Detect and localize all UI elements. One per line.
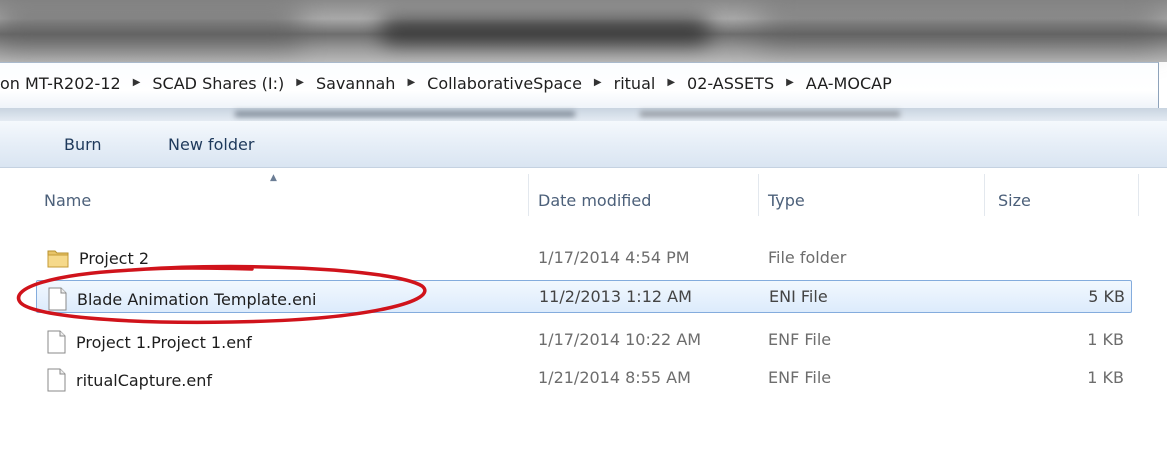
file-name: Project 1.Project 1.enf: [76, 332, 252, 352]
breadcrumb-item[interactable]: Savannah: [310, 74, 401, 93]
file-date: 1/17/2014 4:54 PM: [538, 248, 690, 267]
file-name-cell: Project 1.Project 1.enf: [47, 330, 252, 354]
blurred-region: [0, 8, 300, 48]
file-row[interactable]: ritualCapture.enf 1/21/2014 8:55 AM ENF …: [36, 362, 1130, 393]
file-name: Blade Animation Template.eni: [77, 289, 317, 309]
file-row[interactable]: Project 1.Project 1.enf 1/17/2014 10:22 …: [36, 324, 1130, 355]
column-header-name[interactable]: Name: [44, 191, 91, 210]
chevron-right-icon[interactable]: ▶: [661, 77, 681, 88]
blurred-strip: [0, 108, 1167, 121]
file-name-cell: ritualCapture.enf: [47, 368, 212, 392]
column-divider[interactable]: [1138, 174, 1139, 216]
column-divider[interactable]: [984, 174, 985, 216]
window-titlebar: [0, 0, 1167, 62]
chevron-right-icon[interactable]: ▶: [588, 77, 608, 88]
file-icon: [47, 368, 66, 392]
file-type: ENF File: [768, 330, 832, 349]
file-row[interactable]: Project 2 1/17/2014 4:54 PM File folder: [36, 242, 1130, 273]
file-type: ENI File: [769, 287, 828, 306]
file-size: 1 KB: [1087, 368, 1124, 387]
file-date: 11/2/2013 1:12 AM: [539, 287, 692, 306]
breadcrumb: on MT-R202-12 ▶ SCAD Shares (I:) ▶ Savan…: [0, 74, 898, 93]
blurred-region: [760, 10, 1160, 46]
burn-button[interactable]: Burn: [64, 135, 102, 154]
breadcrumb-item[interactable]: on MT-R202-12: [0, 74, 127, 93]
file-type: File folder: [768, 248, 847, 267]
file-type: ENF File: [768, 368, 832, 387]
address-bar[interactable]: on MT-R202-12 ▶ SCAD Shares (I:) ▶ Savan…: [0, 62, 1159, 110]
breadcrumb-item[interactable]: CollaborativeSpace: [421, 74, 588, 93]
sort-ascending-icon: ▲: [270, 173, 277, 183]
breadcrumb-item[interactable]: 02-ASSETS: [681, 74, 780, 93]
chevron-right-icon[interactable]: ▶: [401, 77, 421, 88]
blurred-region: [235, 111, 575, 117]
column-header-date[interactable]: Date modified: [538, 191, 651, 210]
file-icon: [47, 330, 66, 354]
column-header-row: ▲ Name Date modified Type Size: [0, 170, 1167, 216]
file-name: ritualCapture.enf: [76, 370, 213, 390]
file-icon: [48, 287, 67, 311]
file-date: 1/21/2014 8:55 AM: [538, 368, 691, 387]
command-bar: Burn New folder: [0, 121, 1167, 168]
file-date: 1/17/2014 10:22 AM: [538, 330, 702, 349]
file-size: 5 KB: [1088, 287, 1125, 306]
file-size: 1 KB: [1087, 330, 1124, 349]
blurred-region: [380, 18, 710, 44]
chevron-right-icon[interactable]: ▶: [780, 77, 800, 88]
breadcrumb-item[interactable]: SCAD Shares (I:): [146, 74, 290, 93]
chevron-right-icon[interactable]: ▶: [290, 77, 310, 88]
column-divider[interactable]: [528, 174, 529, 216]
column-header-size[interactable]: Size: [998, 191, 1031, 210]
file-name-cell: Blade Animation Template.eni: [48, 287, 317, 311]
new-folder-button[interactable]: New folder: [168, 135, 254, 154]
folder-icon: [47, 250, 69, 268]
breadcrumb-item[interactable]: ritual: [608, 74, 662, 93]
breadcrumb-item[interactable]: AA-MOCAP: [800, 74, 898, 93]
column-header-type[interactable]: Type: [768, 191, 805, 210]
file-name-cell: Project 2: [47, 248, 149, 268]
blurred-region: [640, 111, 900, 117]
file-name: Project 2: [79, 248, 150, 268]
file-row-selected[interactable]: Blade Animation Template.eni 11/2/2013 1…: [36, 280, 1132, 313]
chevron-right-icon[interactable]: ▶: [127, 77, 147, 88]
column-divider[interactable]: [758, 174, 759, 216]
